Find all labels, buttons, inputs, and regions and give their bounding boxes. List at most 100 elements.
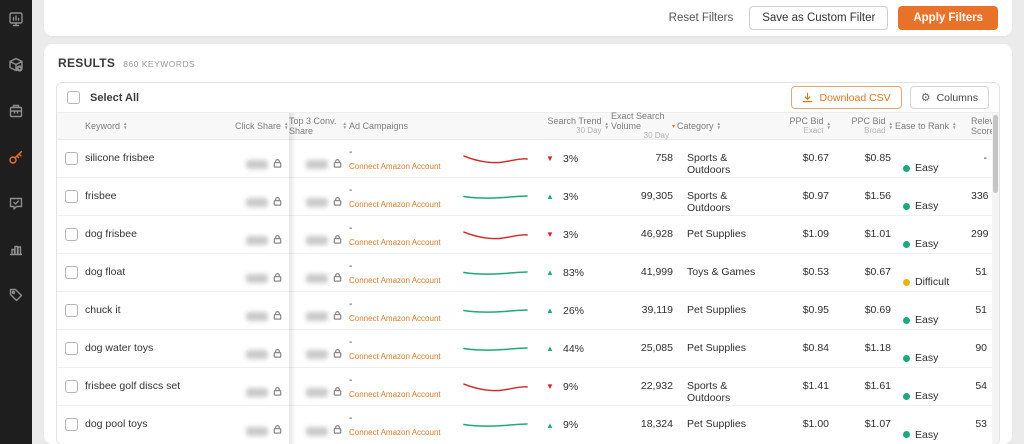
lock-icon	[272, 386, 283, 400]
tag-icon[interactable]	[8, 286, 25, 303]
category-cell: Pet Supplies	[687, 342, 746, 354]
row-checkbox[interactable]	[64, 228, 78, 241]
row-checkbox[interactable]	[64, 342, 78, 355]
dashboard-icon[interactable]	[8, 10, 25, 27]
reset-filters-button[interactable]: Reset Filters	[663, 8, 740, 28]
table-row: chuck it - Connect Amazon Account ▲ 26% 39,11…	[57, 292, 999, 330]
top3-conv-share-locked-cell	[289, 292, 349, 329]
portfolio-icon[interactable]	[8, 102, 25, 119]
analytics-chart-icon[interactable]	[8, 240, 25, 257]
connect-amazon-account-link[interactable]: Connect Amazon Account	[349, 162, 461, 171]
table-row: frisbee - Connect Amazon Account ▲ 3% 99,305 S…	[57, 178, 999, 216]
sort-icon[interactable]: ▲ ▼	[123, 121, 127, 130]
sort-icon[interactable]: ▲ ▼	[605, 121, 609, 130]
connect-amazon-account-link[interactable]: Connect Amazon Account	[349, 238, 461, 247]
column-header-trend[interactable]: Search Trend 30 Day ▲ ▼	[461, 116, 611, 136]
keyword-cell: frisbee	[85, 190, 117, 202]
ad-campaigns-value: -	[349, 375, 353, 386]
apply-filters-button[interactable]: Apply Filters	[898, 6, 998, 30]
trend-percent: 3%	[563, 152, 579, 165]
sort-icon[interactable]: ▲ ▼	[717, 121, 721, 130]
lock-icon	[272, 348, 283, 362]
keyword-cell: dog water toys	[85, 342, 154, 354]
reviews-chat-icon[interactable]	[8, 194, 25, 211]
column-header-vol[interactable]: Exact Search Volume 30 Day ▾	[611, 111, 677, 141]
top3-conv-share-locked-cell	[289, 368, 349, 405]
row-checkbox[interactable]	[64, 266, 78, 279]
search-trend-cell: ▲ 26%	[461, 292, 611, 329]
column-label: PPC Bid	[789, 116, 824, 126]
search-volume-cell: 22,932	[640, 380, 673, 392]
ppc-bid-exact-cell: $1.41	[802, 380, 829, 392]
connect-amazon-account-link[interactable]: Connect Amazon Account	[349, 276, 461, 285]
row-checkbox[interactable]	[64, 190, 78, 203]
sort-icon[interactable]: ▲ ▼	[343, 121, 347, 130]
column-label: Search Trend	[547, 116, 602, 126]
row-checkbox[interactable]	[64, 152, 78, 165]
column-label: PPC Bid	[851, 116, 886, 126]
blurred-value	[246, 350, 268, 359]
row-checkbox[interactable]	[64, 304, 78, 317]
trend-sparkline	[463, 308, 528, 313]
blurred-value	[306, 160, 328, 169]
ad-campaigns-value: -	[349, 223, 353, 234]
lock-icon	[272, 234, 283, 248]
ppc-bid-exact-cell: $1.00	[802, 418, 829, 430]
ease-status-dot	[903, 202, 910, 210]
column-header-keyword[interactable]: Keyword ▲ ▼	[85, 121, 235, 131]
blurred-value	[306, 274, 328, 283]
column-header-ease[interactable]: Ease to Rank ▲ ▼	[895, 121, 971, 131]
results-title: RESULTS	[58, 56, 116, 70]
lock-icon	[272, 196, 283, 210]
connect-amazon-account-link[interactable]: Connect Amazon Account	[349, 390, 461, 399]
sort-icon[interactable]: ▲ ▼	[827, 121, 831, 130]
trend-percent: 26%	[563, 304, 585, 317]
blurred-value	[246, 160, 268, 169]
scrollbar-thumb[interactable]	[993, 115, 998, 193]
sidebar	[0, 0, 32, 444]
trend-percent: 3%	[563, 190, 579, 203]
keyword-key-icon[interactable]	[8, 148, 25, 165]
columns-button[interactable]: ⚙ Columns	[909, 86, 989, 109]
table-row: dog water toys - Connect Amazon Account ▲ 44…	[57, 330, 999, 368]
keywords-table: Select All Download CSV ⚙ Columns Keywor…	[56, 82, 1000, 444]
column-header-ad: Ad Campaigns	[349, 121, 461, 131]
connect-amazon-account-link[interactable]: Connect Amazon Account	[349, 200, 461, 209]
column-header-exact[interactable]: PPC Bid Exact ▲ ▼	[771, 116, 833, 136]
connect-amazon-account-link[interactable]: Connect Amazon Account	[349, 352, 461, 361]
search-volume-cell: 758	[655, 152, 673, 164]
vertical-scrollbar[interactable]	[992, 113, 999, 444]
row-checkbox[interactable]	[64, 380, 78, 393]
download-csv-button[interactable]: Download CSV	[791, 86, 902, 109]
save-custom-filter-button[interactable]: Save as Custom Filter	[749, 6, 889, 30]
ppc-bid-exact-cell: $1.09	[802, 228, 829, 240]
sort-icon[interactable]: ▲ ▼	[952, 121, 956, 130]
sort-active-icon[interactable]: ▾	[672, 123, 675, 130]
search-trend-cell: ▲ 44%	[461, 330, 611, 367]
column-header-broad[interactable]: PPC Bid Broad ▲ ▼	[833, 116, 895, 136]
column-header-cat[interactable]: Category ▲ ▼	[677, 121, 771, 131]
column-header-click[interactable]: Click Share ▲ ▼	[235, 121, 289, 131]
click-share-locked-cell	[235, 406, 289, 444]
ppc-bid-broad-cell: $0.69	[864, 304, 891, 316]
sort-icon[interactable]: ▲ ▼	[889, 121, 893, 130]
top3-conv-share-locked-cell	[289, 330, 349, 367]
ppc-bid-exact-cell: $0.95	[802, 304, 829, 316]
column-header-top3[interactable]: Top 3 Conv. Share ▲ ▼	[289, 116, 349, 136]
category-cell: Toys & Games	[687, 266, 756, 278]
sort-icon[interactable]: ▲ ▼	[284, 121, 288, 130]
ease-to-rank-cell: Easy	[895, 178, 971, 215]
ad-campaigns-value: -	[349, 299, 353, 310]
table-row: dog float - Connect Amazon Account ▲ 83% 41,9…	[57, 254, 999, 292]
ad-campaigns-cell: - Connect Amazon Account	[349, 406, 461, 444]
row-checkbox[interactable]	[64, 418, 78, 431]
connect-amazon-account-link[interactable]: Connect Amazon Account	[349, 428, 461, 437]
connect-amazon-account-link[interactable]: Connect Amazon Account	[349, 314, 461, 323]
lock-icon	[332, 348, 343, 362]
blurred-value	[246, 274, 268, 283]
results-header: RESULTS 860 KEYWORDS	[56, 56, 1000, 70]
lock-icon	[332, 386, 343, 400]
product-box-icon[interactable]	[8, 56, 25, 73]
select-all-checkbox[interactable]	[67, 91, 80, 104]
trend-percent: 44%	[563, 342, 585, 355]
